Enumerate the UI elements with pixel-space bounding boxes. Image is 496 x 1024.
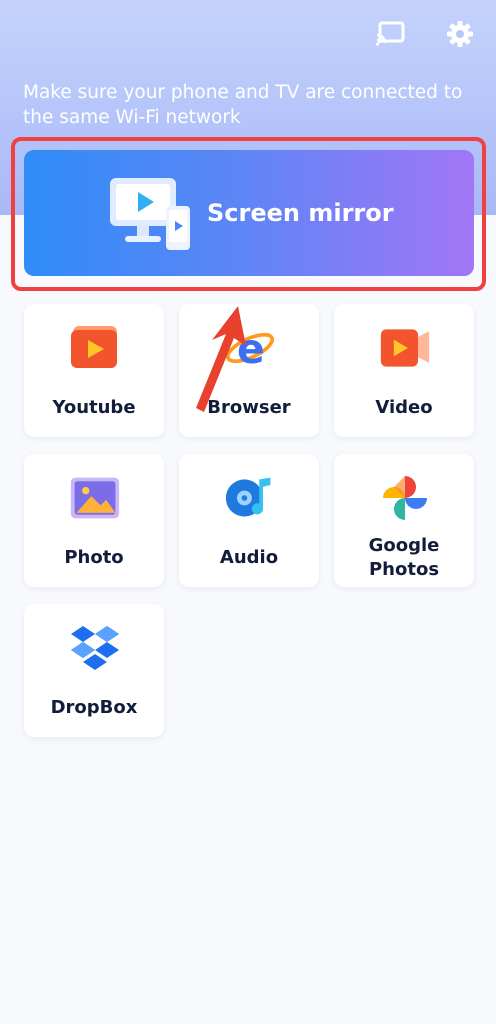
annotation-arrow	[190, 300, 250, 424]
google-photos-icon	[379, 472, 431, 524]
youtube-icon	[69, 322, 121, 374]
tile-label: Audio	[219, 547, 279, 568]
video-icon	[379, 322, 431, 374]
tile-label: Photo	[64, 547, 124, 568]
tile-audio[interactable]: Audio	[179, 454, 319, 587]
dropbox-icon	[69, 622, 121, 674]
tile-label: Video	[375, 397, 433, 418]
highlight-box	[11, 137, 486, 291]
audio-icon	[224, 472, 276, 524]
wifi-notice: Make sure your phone and TV are connecte…	[23, 82, 463, 128]
gear-icon[interactable]	[442, 16, 478, 52]
tile-youtube[interactable]: Youtube	[24, 304, 164, 437]
photo-icon	[69, 472, 121, 524]
cast-icon[interactable]	[372, 16, 408, 52]
tile-google-photos[interactable]: Google Photos	[334, 454, 474, 587]
tile-label: Google Photos	[368, 535, 440, 580]
tile-dropbox[interactable]: DropBox	[24, 604, 164, 737]
tile-label: DropBox	[50, 697, 138, 718]
tile-video[interactable]: Video	[334, 304, 474, 437]
tile-label: Youtube	[52, 397, 136, 418]
tile-photo[interactable]: Photo	[24, 454, 164, 587]
